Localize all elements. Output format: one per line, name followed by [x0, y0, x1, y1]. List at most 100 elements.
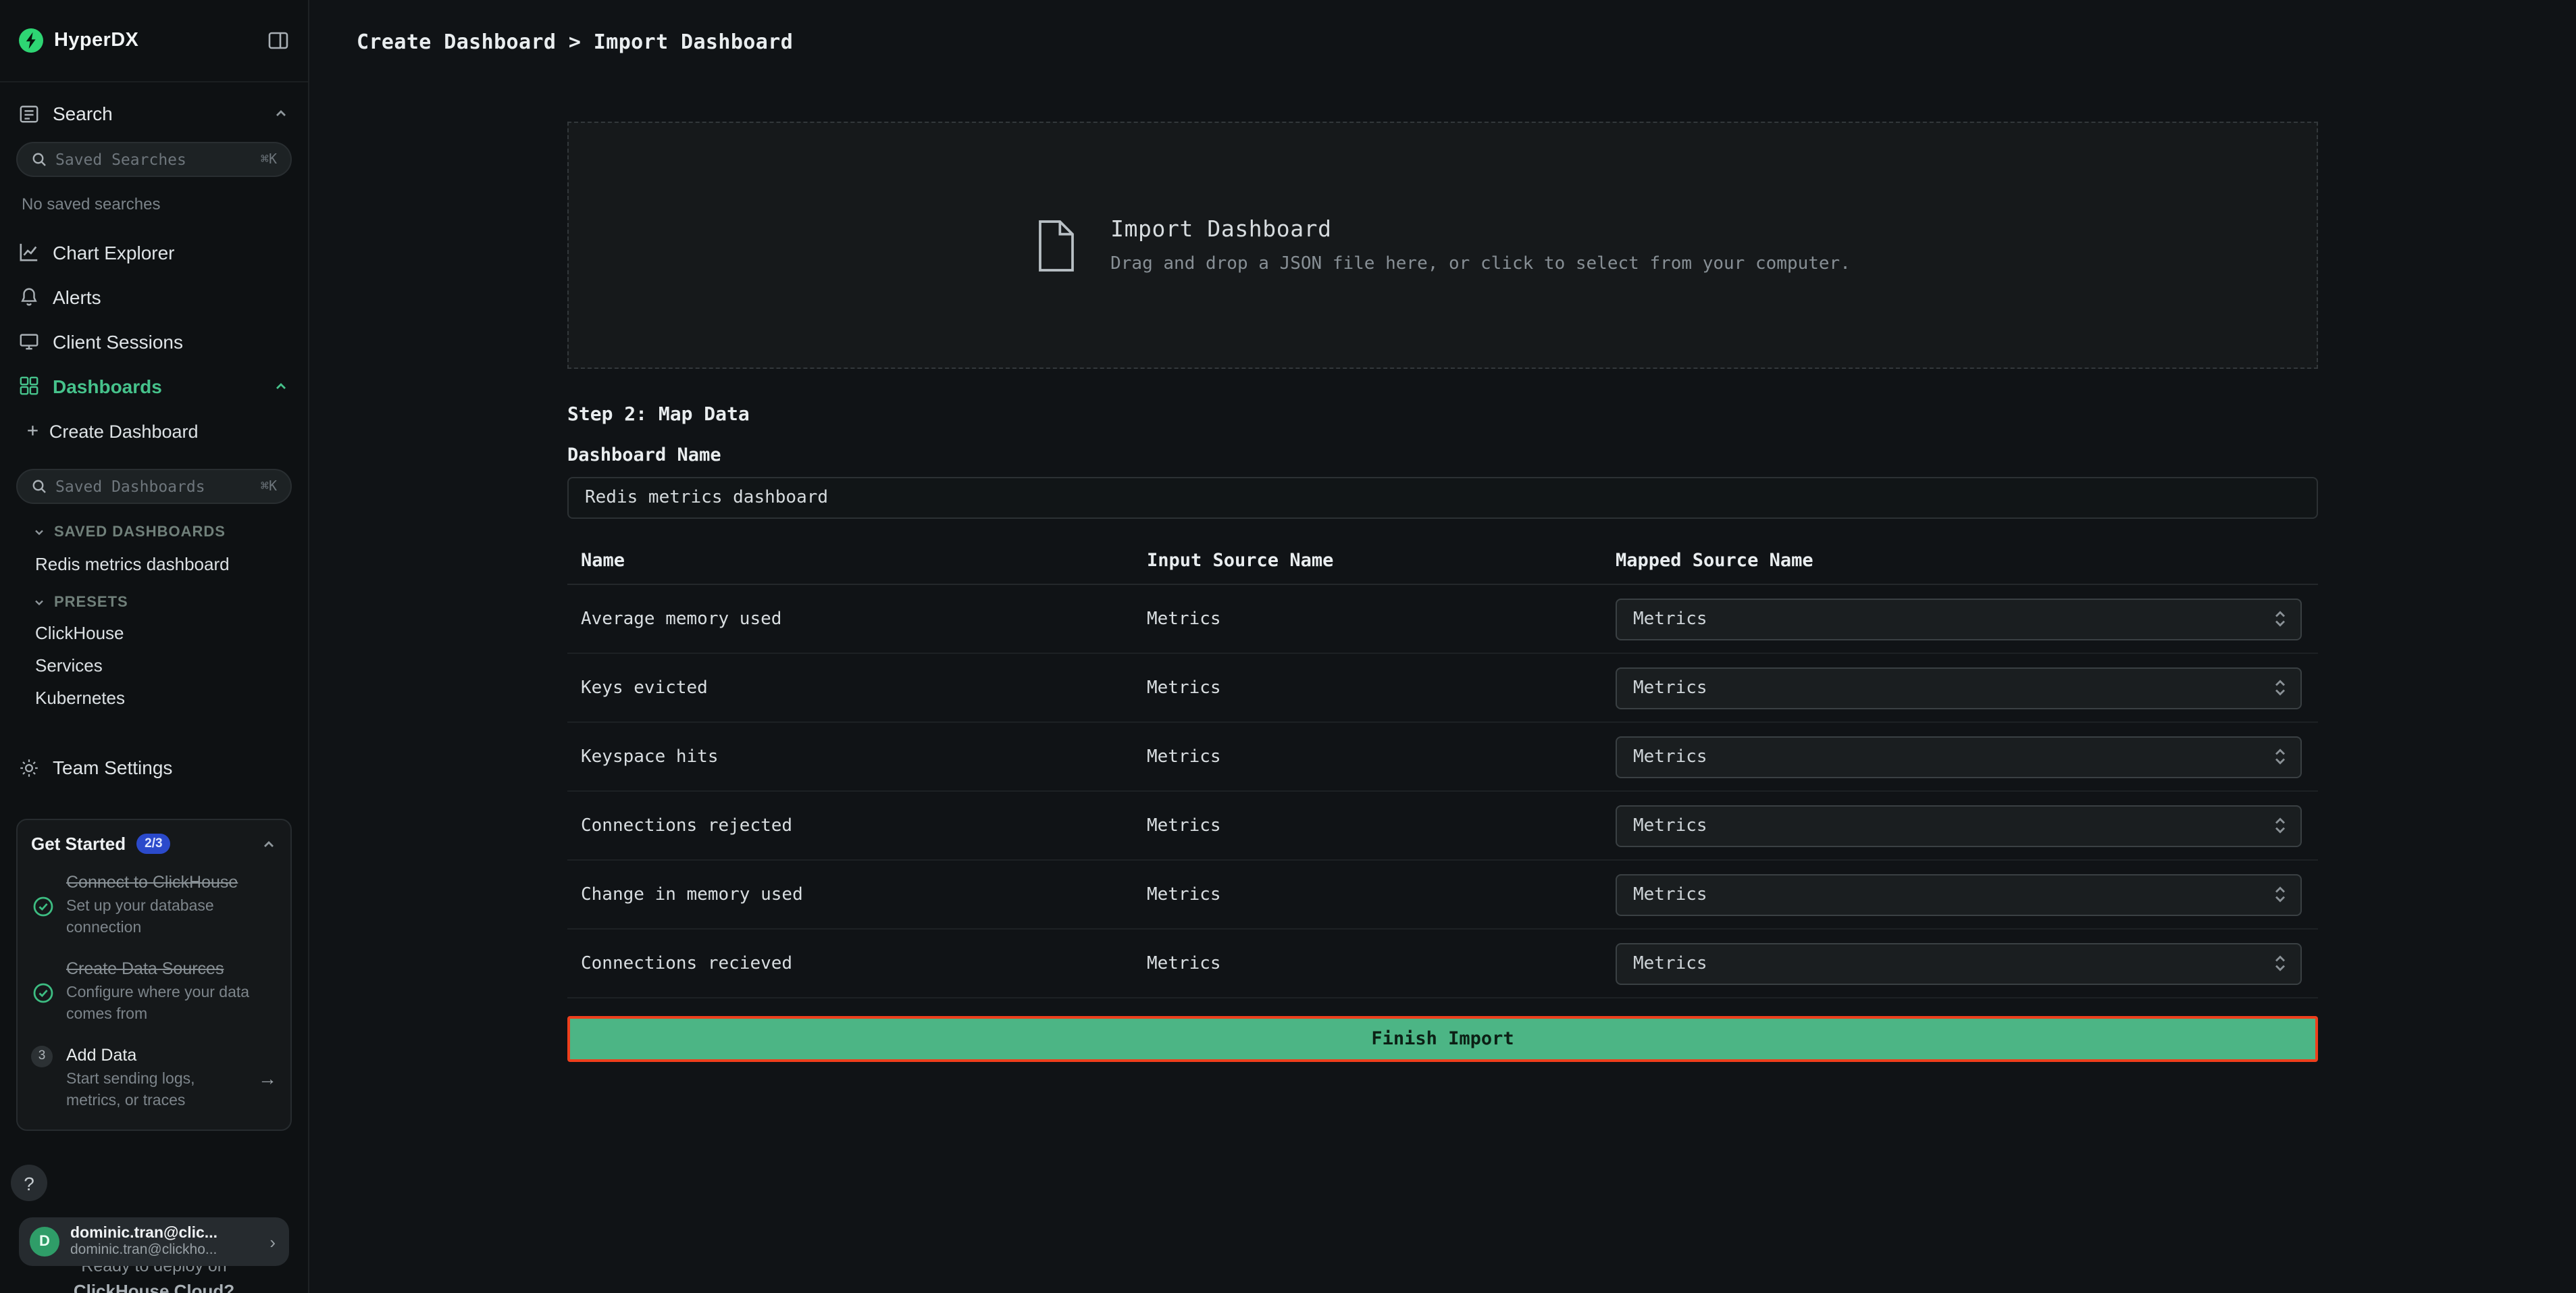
saved-searches-searchbox[interactable]: ⌘K: [16, 142, 292, 177]
user-menu[interactable]: D dominic.tran@clic... dominic.tran@clic…: [19, 1217, 289, 1266]
saved-dashboards-input[interactable]: [55, 477, 253, 496]
table-row: Connections rejected Metrics Metrics: [567, 792, 2318, 861]
finish-import-button[interactable]: Finish Import: [567, 1016, 2318, 1062]
sidebar-item-clickhouse[interactable]: ClickHouse: [0, 623, 308, 643]
topbar: Create Dashboard > Import Dashboard: [309, 0, 2576, 84]
saved-dashboards-searchbox[interactable]: ⌘K: [16, 469, 292, 504]
select-chevrons-icon: [2273, 747, 2287, 766]
line-chart-icon: [19, 242, 39, 262]
table-row: Connections recieved Metrics Metrics: [567, 930, 2318, 998]
mapped-source-select[interactable]: Metrics: [1616, 736, 2302, 778]
sidebar-item-alerts[interactable]: Alerts: [0, 274, 308, 319]
mapped-source-select[interactable]: Metrics: [1616, 942, 2302, 984]
nav-label: Client Sessions: [53, 330, 183, 352]
select-chevrons-icon: [2273, 954, 2287, 973]
breadcrumb[interactable]: Create Dashboard > Import Dashboard: [357, 30, 793, 54]
chevron-up-icon[interactable]: [273, 378, 289, 394]
saved-searches-input[interactable]: [55, 150, 253, 169]
chevron-up-icon[interactable]: [261, 836, 277, 852]
chevron-down-icon: [32, 526, 46, 539]
shortcut-badge: ⌘K: [261, 152, 277, 167]
check-circle-icon: [31, 871, 54, 940]
column-header-name: Name: [581, 550, 1147, 572]
column-header-input-source: Input Source Name: [1147, 550, 1616, 572]
user-email: dominic.tran@clickho...: [70, 1242, 259, 1258]
step-title: Step 2: Map Data: [567, 404, 2318, 426]
get-started-title: Get Started: [31, 834, 126, 854]
nav-label: Chart Explorer: [53, 241, 175, 263]
mapping-table: Name Input Source Name Mapped Source Nam…: [567, 550, 2318, 998]
step-number-badge: 3: [31, 1044, 54, 1113]
logo-row: HyperDX: [0, 0, 308, 82]
get-started-item-desc: Start sending logs, metrics, or traces: [66, 1070, 246, 1113]
get-started-item-desc: Set up your database connection: [66, 898, 277, 940]
json-file-dropzone[interactable]: Import Dashboard Drag and drop a JSON fi…: [567, 122, 2318, 369]
gear-icon: [19, 757, 39, 778]
dropzone-subtitle: Drag and drop a JSON file here, or click…: [1110, 254, 1851, 274]
select-chevrons-icon: [2273, 816, 2287, 835]
check-circle-icon: [31, 958, 54, 1027]
shortcut-badge: ⌘K: [261, 479, 277, 494]
selected-value: Metrics: [1633, 953, 1707, 973]
mapped-source-select[interactable]: Metrics: [1616, 873, 2302, 915]
mapped-source-select[interactable]: Metrics: [1616, 667, 2302, 709]
sidebar-item-services[interactable]: Services: [0, 655, 308, 676]
sidebar: HyperDX Search ⌘K No saved searches: [0, 0, 309, 1293]
column-header-mapped-source: Mapped Source Name: [1616, 550, 2318, 572]
mapped-source-select[interactable]: Metrics: [1616, 805, 2302, 846]
mapped-source-select[interactable]: Metrics: [1616, 598, 2302, 640]
get-started-item-sources[interactable]: Create Data Sources Configure where your…: [31, 958, 277, 1027]
selected-value: Metrics: [1633, 884, 1707, 905]
sidebar-item-chart-explorer[interactable]: Chart Explorer: [0, 230, 308, 274]
grid-icon: [19, 376, 39, 396]
collapse-sidebar-icon[interactable]: [267, 30, 289, 51]
promo-line-2: ClickHouse Cloud?: [0, 1279, 308, 1293]
file-icon: [1035, 218, 1078, 272]
sidebar-item-search[interactable]: Search: [0, 82, 308, 124]
team-settings-label: Team Settings: [53, 757, 172, 778]
get-started-item-connect[interactable]: Connect to ClickHouse Set up your databa…: [31, 871, 277, 940]
app-title: HyperDX: [54, 30, 138, 51]
chart-name: Connections recieved: [581, 953, 1147, 973]
get-started-header[interactable]: Get Started 2/3: [31, 834, 277, 854]
selected-value: Metrics: [1633, 815, 1707, 836]
table-row: Average memory used Metrics Metrics: [567, 585, 2318, 654]
monitor-icon: [19, 331, 39, 351]
search-icon: [31, 151, 47, 168]
presets-section-header[interactable]: PRESETS: [32, 594, 308, 611]
get-started-item-title: Connect to ClickHouse: [66, 871, 277, 894]
table-row: Keyspace hits Metrics Metrics: [567, 723, 2318, 792]
arrow-right-icon: →: [258, 1068, 277, 1090]
sidebar-item-team-settings[interactable]: Team Settings: [0, 746, 308, 789]
plus-icon: +: [27, 420, 38, 442]
create-dashboard-label: Create Dashboard: [49, 421, 199, 441]
get-started-card: Get Started 2/3 Connect to ClickHouse Se…: [16, 819, 292, 1131]
import-dashboard-content: Import Dashboard Drag and drop a JSON fi…: [567, 122, 2318, 1062]
create-dashboard-button[interactable]: + Create Dashboard: [0, 411, 308, 451]
search-section-icon: [19, 103, 39, 124]
input-source-name: Metrics: [1147, 815, 1616, 836]
input-source-name: Metrics: [1147, 746, 1616, 767]
input-source-name: Metrics: [1147, 884, 1616, 905]
select-chevrons-icon: [2273, 885, 2287, 904]
chevron-up-icon[interactable]: [273, 105, 289, 122]
get-started-item-add-data[interactable]: 3 Add Data Start sending logs, metrics, …: [31, 1044, 277, 1113]
mapping-table-header: Name Input Source Name Mapped Source Nam…: [567, 550, 2318, 585]
help-button[interactable]: ?: [11, 1165, 47, 1201]
dashboard-name-label: Dashboard Name: [567, 445, 2318, 466]
table-row: Keys evicted Metrics Metrics: [567, 654, 2318, 723]
saved-dashboards-section-header[interactable]: SAVED DASHBOARDS: [32, 524, 308, 540]
sidebar-nav: Chart Explorer Alerts Client Sessions Da…: [0, 230, 308, 408]
dropzone-title: Import Dashboard: [1110, 216, 1851, 242]
nav-label: Alerts: [53, 286, 101, 307]
app-window: HyperDX Search ⌘K No saved searches: [0, 0, 2576, 1293]
input-source-name: Metrics: [1147, 678, 1616, 698]
avatar: D: [30, 1227, 59, 1257]
sidebar-item-kubernetes[interactable]: Kubernetes: [0, 688, 308, 708]
sidebar-item-redis-dashboard[interactable]: Redis metrics dashboard: [0, 554, 308, 574]
sidebar-item-dashboards[interactable]: Dashboards: [0, 363, 308, 408]
sidebar-item-client-sessions[interactable]: Client Sessions: [0, 319, 308, 363]
selected-value: Metrics: [1633, 678, 1707, 698]
dashboard-name-input[interactable]: [567, 477, 2318, 519]
no-saved-searches-note: No saved searches: [22, 195, 286, 213]
